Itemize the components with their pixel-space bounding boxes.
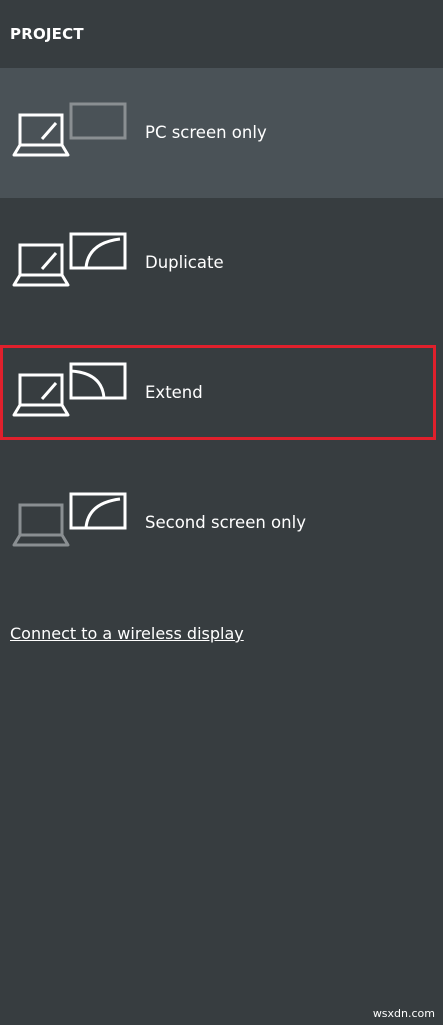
option-second-screen-only[interactable]: Second screen only: [0, 458, 443, 588]
watermark: wsxdn.com: [372, 1007, 435, 1020]
option-pc-screen-only[interactable]: PC screen only: [0, 68, 443, 198]
duplicate-icon: [12, 232, 127, 287]
second-screen-only-icon: [12, 492, 127, 547]
option-label: Second screen only: [145, 513, 306, 532]
option-extend[interactable]: Extend: [0, 328, 443, 458]
pc-screen-only-icon: [12, 102, 127, 157]
panel-title: PROJECT: [10, 25, 84, 43]
option-label: Duplicate: [145, 253, 224, 272]
option-duplicate[interactable]: Duplicate: [0, 198, 443, 328]
connect-wireless-display-link[interactable]: Connect to a wireless display: [10, 624, 244, 643]
option-label: PC screen only: [145, 123, 267, 142]
project-panel: PROJECT PC screen only Duplicate Extend …: [0, 0, 443, 1025]
extend-icon: [12, 362, 127, 417]
option-label: Extend: [145, 383, 203, 402]
